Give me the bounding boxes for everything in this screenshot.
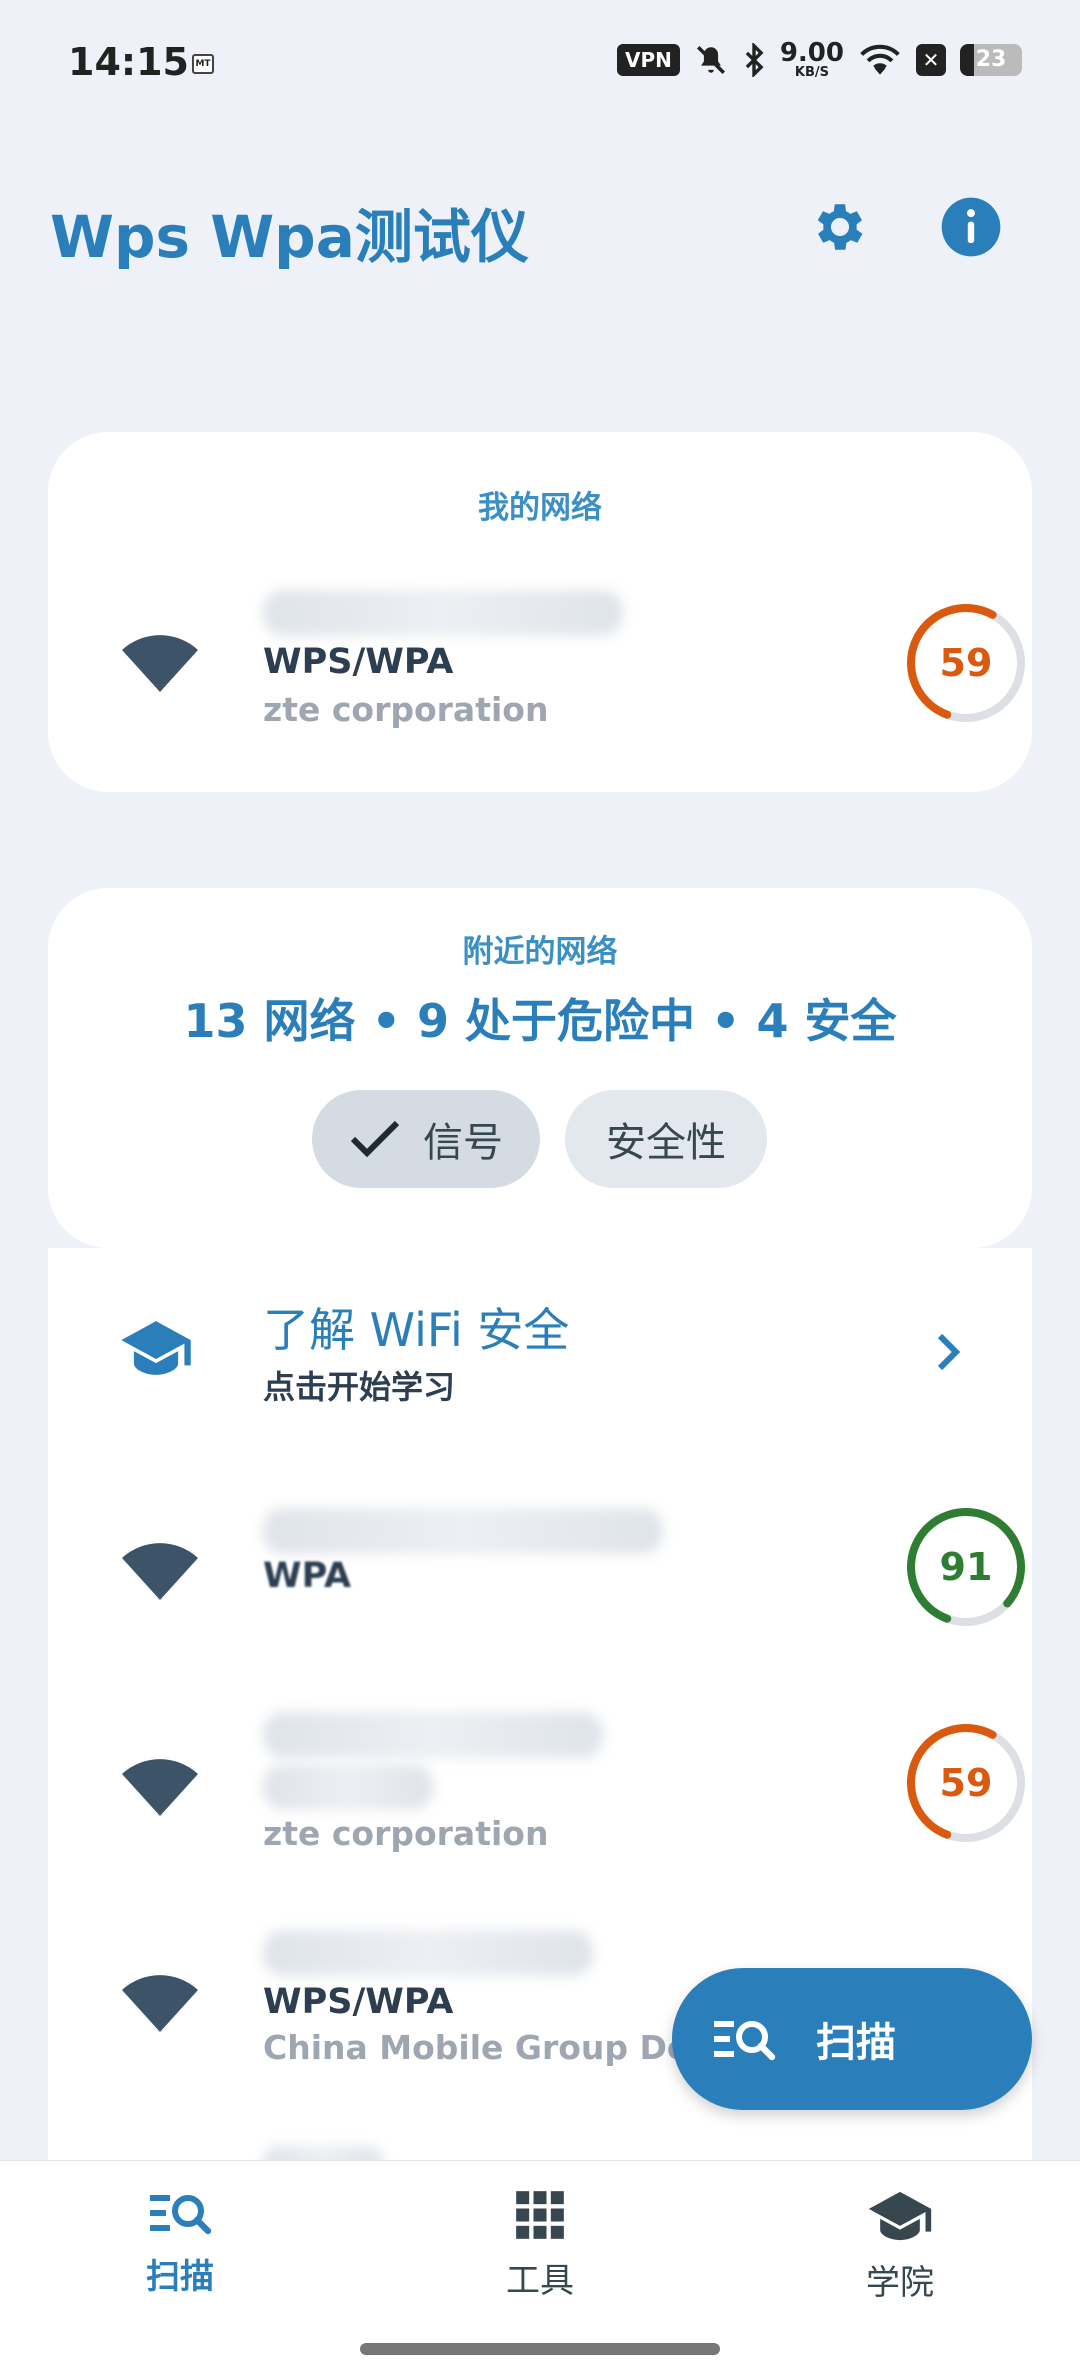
learn-title: 了解 WiFi 安全 [263,1303,570,1357]
network-name-blurred [263,1712,603,1758]
graduation-cap-icon [868,2191,932,2241]
chevron-right-icon [937,1333,961,1371]
home-indicator[interactable] [360,2343,720,2355]
status-time: 14:15 [68,40,189,84]
settings-button[interactable] [805,192,875,262]
wifi-signal-icon [122,635,198,692]
vpn-icon: VPN [616,43,680,76]
network-name-blurred [263,590,623,636]
wifi-status-icon [860,44,900,75]
info-icon [941,197,1001,257]
gear-icon [817,204,863,250]
app-title: Wps Wpa测试仪 [50,203,529,271]
security-score-gauge: 59 [903,600,1029,726]
network-name-blurred [263,1508,663,1554]
wifi-signal-icon [122,1759,198,1816]
network-vendor: zte corporation [263,690,549,729]
grid-icon [516,2191,564,2239]
nav-scan[interactable]: 扫描 [80,2189,280,2298]
nearby-networks-label: 附近的网络 [462,934,618,970]
scan-search-icon [150,2195,212,2235]
nearby-networks-card: 附近的网络 13 网络 • 9 处于危险中 • 4 安全 信号 安全性 [48,888,1032,1248]
network-security: WPA [263,1556,352,1596]
network-security: WPS/WPA [263,642,454,682]
wifi-signal-icon [122,1975,198,2032]
nav-scan-label: 扫描 [146,2257,214,2297]
scan-button-label: 扫描 [816,2020,896,2066]
network-vendor: zte corporation [263,1814,549,1853]
security-score-gauge: 91 [903,1504,1029,1630]
bluetooth-icon [745,42,764,77]
network-vendor: China Mobile Group De [263,2028,690,2067]
network-row[interactable]: WPA 91 [48,1504,1032,1704]
my-network-card[interactable]: 我的网络 WPS/WPA zte corporation 59 [48,432,1032,792]
close-notification-icon: ✕ [916,43,946,76]
scan-button[interactable]: 扫描 [672,1968,1032,2110]
filter-chip-signal[interactable]: 信号 [312,1090,540,1188]
my-network-label: 我的网络 [478,490,602,526]
filter-chip-security[interactable]: 安全性 [565,1090,767,1188]
notification-app-icon: MT [192,54,214,74]
security-score: 59 [939,641,993,685]
nav-academy[interactable]: 学院 [800,2189,1000,2304]
nav-academy-label: 学院 [866,2263,934,2303]
network-name-blurred [263,1930,593,1976]
graduation-cap-icon [121,1321,191,1375]
wifi-signal-icon [122,1543,198,1600]
nearby-summary: 13 网络 • 9 处于危险中 • 4 安全 [183,994,897,1048]
security-score: 91 [939,1545,993,1589]
info-button[interactable] [936,192,1006,262]
nav-tools-label: 工具 [506,2261,574,2301]
check-icon [350,1120,400,1158]
status-icons: VPN 9.00 KB/S ✕ 23 [616,38,1022,80]
security-score-gauge: 59 [903,1720,1029,1846]
learn-subtitle: 点击开始学习 [263,1368,456,1406]
filter-chip-label: 信号 [423,1120,503,1166]
network-row[interactable]: zte corporation 59 [48,1712,1032,1920]
network-speed: 9.00 KB/S [779,38,844,80]
battery-icon: 23 [960,43,1022,76]
learn-wifi-security-row[interactable]: 了解 WiFi 安全 点击开始学习 [48,1248,1032,1448]
filter-chip-label: 安全性 [606,1120,726,1166]
network-security: WPS/WPA [263,1982,454,2022]
network-security-blurred [263,1764,433,1810]
nav-tools[interactable]: 工具 [440,2189,640,2302]
scan-search-icon [714,2021,776,2061]
security-score: 59 [939,1761,993,1805]
bell-muted-icon [696,45,725,74]
